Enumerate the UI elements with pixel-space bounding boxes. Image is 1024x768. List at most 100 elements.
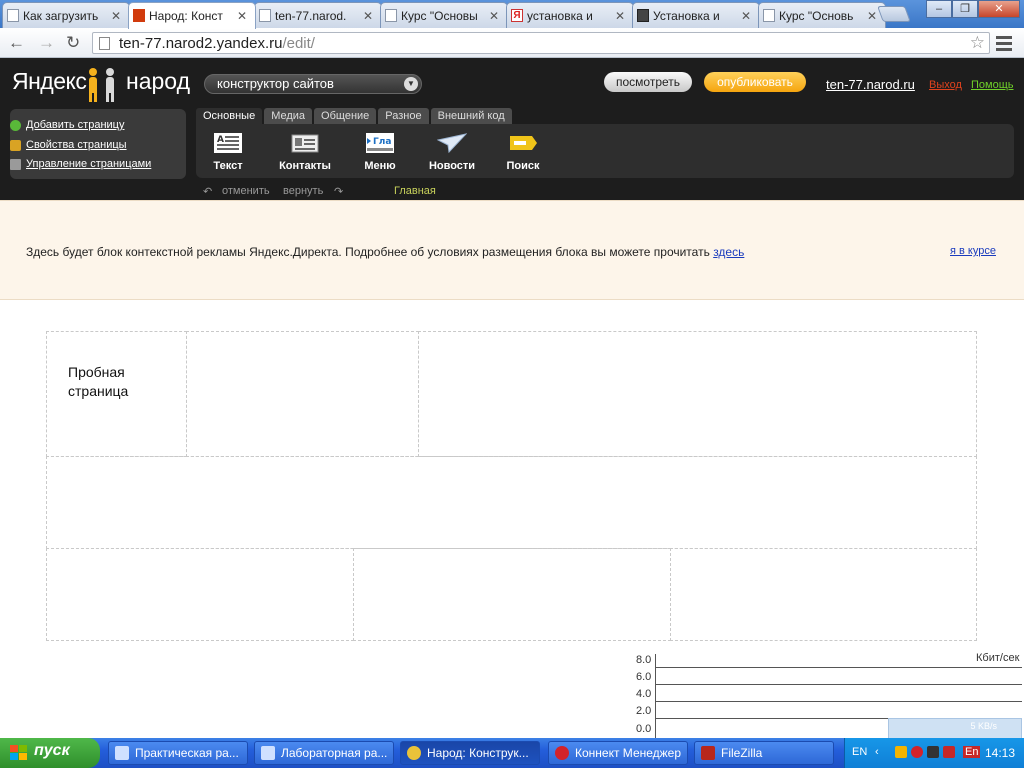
- page-title[interactable]: Пробная страница: [68, 363, 128, 401]
- undo-link[interactable]: отменить: [222, 185, 270, 197]
- yandex-logo[interactable]: Яндекс: [12, 68, 87, 95]
- network-tray-icon[interactable]: [927, 746, 939, 758]
- taskbar: пуск Практическая ра... Лабораторная ра.…: [0, 738, 1024, 768]
- layout-cell[interactable]: [670, 548, 977, 641]
- taskbar-item-active[interactable]: Народ: Конструк...: [400, 741, 540, 765]
- filezilla-icon: [701, 746, 715, 760]
- close-icon[interactable]: ✕: [111, 9, 121, 23]
- word-doc-icon: [261, 746, 275, 760]
- meter-gridline: [656, 684, 1022, 685]
- browser-tab[interactable]: ten-77.narod. ✕: [254, 2, 382, 28]
- opera-tray-icon[interactable]: [911, 746, 923, 758]
- chevron-down-icon: ▼: [404, 77, 418, 91]
- narod-icon: [133, 9, 145, 22]
- block-tools-panel: A Текст Контакты Гла Меню Новости Поиск: [196, 124, 1014, 178]
- dismiss-ad-link[interactable]: я в курсе: [950, 245, 996, 257]
- tab-main[interactable]: Основные: [196, 108, 263, 124]
- tray-app-icon[interactable]: [943, 746, 955, 758]
- browser-toolbar: ← → ↻ ten-77.narod2.yandex.ru/edit/ ☆: [0, 28, 1024, 58]
- taskbar-item[interactable]: Коннект Менеджер: [548, 741, 688, 765]
- browser-tab-active[interactable]: Народ: Конст ✕: [128, 2, 256, 29]
- manage-pages-link[interactable]: Управление страницами: [10, 158, 151, 170]
- install-icon: [637, 9, 649, 22]
- pencil-icon: [10, 140, 21, 151]
- tray-expand-icon[interactable]: ‹: [875, 746, 879, 758]
- word-doc-icon: [115, 746, 129, 760]
- bookmark-star-icon[interactable]: ☆: [970, 33, 985, 53]
- clock: 14:13: [985, 746, 1016, 760]
- page-icon: [385, 9, 397, 22]
- meter-tick: 4.0: [636, 688, 652, 700]
- ad-details-link[interactable]: здесь: [713, 245, 744, 259]
- tool-menu[interactable]: Гла Меню: [362, 132, 398, 172]
- meter-tick: 2.0: [636, 705, 652, 717]
- close-icon[interactable]: ✕: [741, 9, 751, 23]
- ad-notice: Здесь будет блок контекстной рекламы Янд…: [0, 200, 1024, 300]
- tray-app-icon[interactable]: [895, 746, 907, 758]
- tool-search[interactable]: Поиск: [506, 132, 540, 172]
- close-icon[interactable]: ✕: [363, 9, 373, 23]
- narod-logo[interactable]: народ: [126, 68, 190, 95]
- add-page-link[interactable]: Добавить страницу: [10, 119, 124, 131]
- taskbar-item[interactable]: Практическая ра...: [108, 741, 248, 765]
- close-icon[interactable]: ✕: [615, 9, 625, 23]
- browser-tab[interactable]: Курс "Основь ✕: [758, 2, 886, 28]
- exit-link[interactable]: Выход: [929, 79, 962, 91]
- close-icon[interactable]: ✕: [489, 9, 499, 23]
- constructor-select[interactable]: конструктор сайтов ▼: [204, 74, 422, 94]
- browser-tab[interactable]: Как загрузить ✕: [2, 2, 130, 28]
- view-button[interactable]: посмотреть: [604, 72, 692, 92]
- reload-icon[interactable]: ↻: [66, 33, 80, 53]
- address-bar[interactable]: ten-77.narod2.yandex.ru/edit/ ☆: [92, 32, 990, 54]
- close-icon[interactable]: ✕: [867, 9, 877, 23]
- undo-icon[interactable]: ↶: [203, 185, 212, 198]
- window-close-icon[interactable]: ✕: [978, 0, 1020, 18]
- browser-tab[interactable]: Курс "Основы ✕: [380, 2, 508, 28]
- tab-misc[interactable]: Разное: [378, 108, 429, 124]
- redo-link[interactable]: вернуть: [283, 185, 323, 197]
- language-indicator[interactable]: EN: [852, 746, 867, 758]
- plus-icon: [10, 120, 21, 131]
- layout-cell[interactable]: [46, 456, 977, 549]
- current-page-label: Главная: [394, 185, 436, 197]
- tab-media[interactable]: Медиа: [264, 108, 313, 124]
- taskbar-item[interactable]: FileZilla: [694, 741, 834, 765]
- redo-icon[interactable]: ↷: [334, 185, 343, 198]
- ad-notice-text: Здесь будет блок контекстной рекламы Янд…: [26, 245, 745, 259]
- tab-external-code[interactable]: Внешний код: [430, 108, 512, 124]
- browser-menu-icon[interactable]: [996, 36, 1012, 54]
- back-icon[interactable]: ←: [8, 33, 25, 53]
- maximize-icon[interactable]: ❐: [952, 0, 978, 18]
- meter-tick: 0.0: [636, 723, 652, 735]
- minimize-icon[interactable]: –: [926, 0, 952, 18]
- input-language-icon[interactable]: En: [963, 746, 981, 758]
- new-tab-button[interactable]: [877, 6, 911, 22]
- layout-cell[interactable]: [186, 331, 419, 457]
- news-plane-icon: [437, 133, 467, 154]
- layout-cell[interactable]: [46, 548, 354, 641]
- page-properties-link[interactable]: Свойства страницы: [10, 139, 127, 151]
- site-link[interactable]: ten-77.narod.ru: [826, 77, 915, 92]
- browser-tab-strip: Как загрузить ✕ Народ: Конст ✕ ten-77.naro…: [0, 0, 1024, 29]
- window-controls: – ❐ ✕: [926, 0, 1020, 18]
- browser-tab[interactable]: Установка и ✕: [632, 2, 760, 28]
- meter-tick: 6.0: [636, 671, 652, 683]
- meter-gridline: [656, 701, 1022, 702]
- layout-cell[interactable]: [418, 331, 977, 457]
- browser-tab[interactable]: Яустановка и ✕: [506, 2, 634, 28]
- layout-cell[interactable]: [353, 548, 671, 641]
- publish-button[interactable]: опубликовать: [704, 72, 806, 92]
- tool-contacts[interactable]: Контакты: [278, 132, 332, 172]
- close-icon[interactable]: ✕: [237, 9, 247, 23]
- search-tag-icon: [510, 136, 537, 150]
- start-button[interactable]: пуск: [0, 738, 100, 768]
- help-link[interactable]: Помощь: [971, 79, 1014, 91]
- tool-news[interactable]: Новости: [428, 132, 476, 172]
- tab-communication[interactable]: Общение: [314, 108, 377, 124]
- page-actions-panel: Добавить страницу Свойства страницы Упра…: [10, 109, 186, 179]
- taskbar-item[interactable]: Лабораторная ра...: [254, 741, 394, 765]
- forward-icon[interactable]: →: [38, 33, 55, 53]
- tool-text[interactable]: A Текст: [210, 132, 246, 172]
- meter-unit: Кбит/сек: [976, 652, 1020, 664]
- chrome-icon: [407, 746, 421, 760]
